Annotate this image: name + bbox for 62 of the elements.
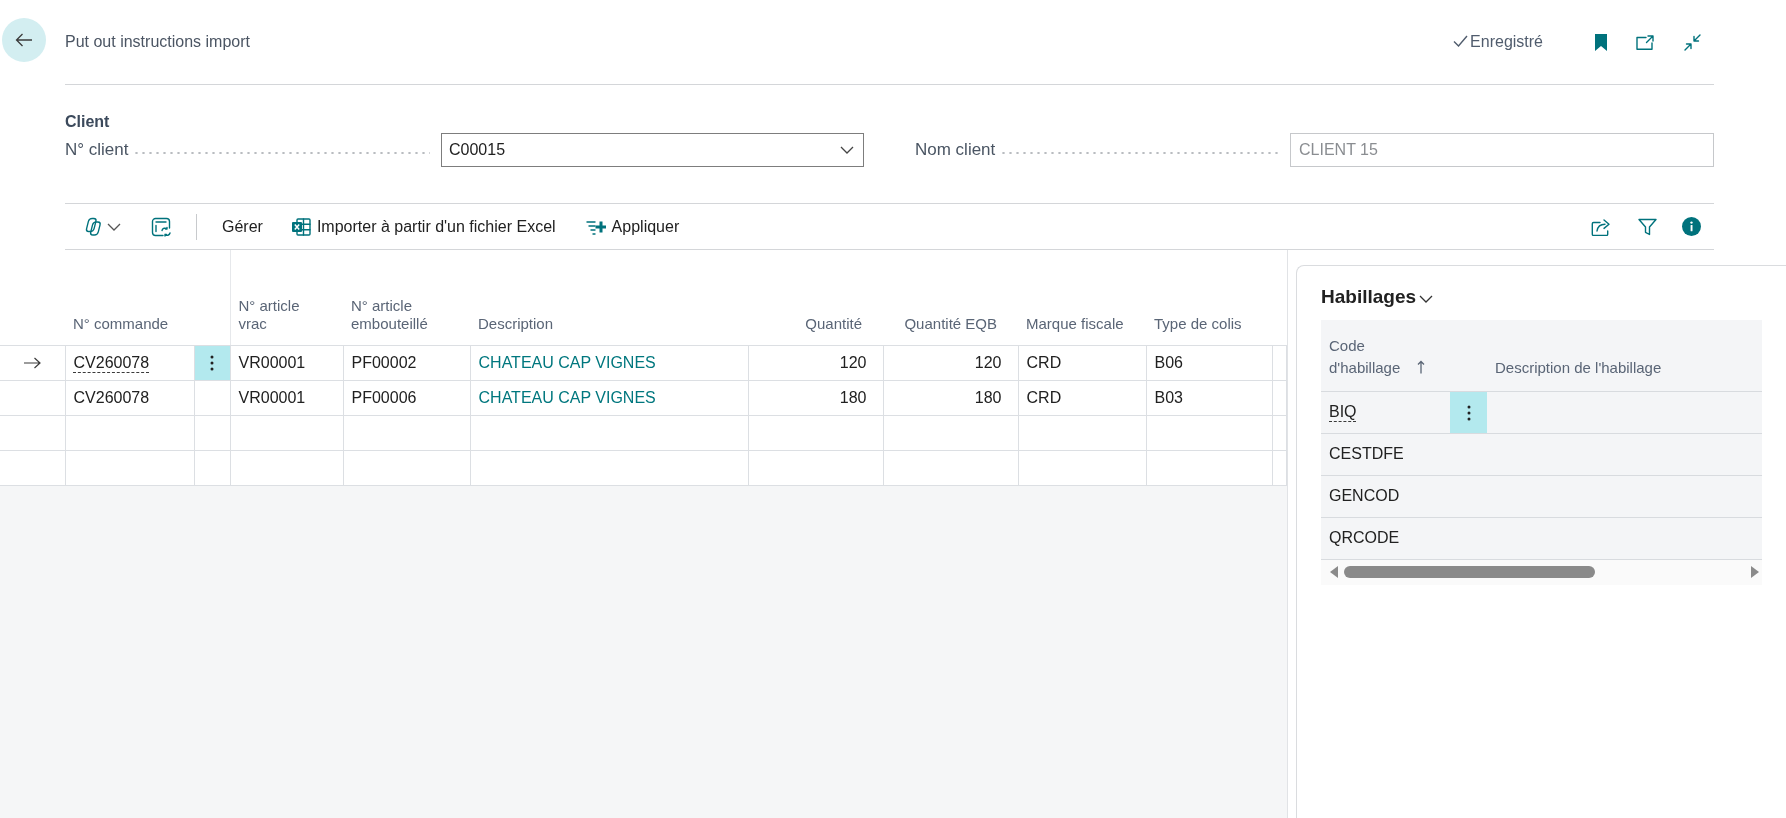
column-header[interactable]: N° commande <box>73 314 169 333</box>
table-cell: VR00001 <box>230 345 343 380</box>
more-options-icon[interactable] <box>210 355 214 372</box>
table-cell: B03 <box>1146 380 1272 415</box>
spreadsheet-icon <box>290 217 311 236</box>
table-cell: CV260078 <box>65 345 194 380</box>
chevron-down-icon[interactable] <box>840 146 854 154</box>
column-header[interactable]: Description de l'habillage <box>1495 356 1662 379</box>
arrow-right-icon <box>23 357 42 370</box>
field-label: N° client <box>65 139 129 162</box>
bookmark-icon[interactable] <box>1595 33 1607 51</box>
column-header[interactable]: Code d'habillage <box>1329 334 1413 379</box>
scrollbar-thumb[interactable] <box>1344 566 1595 578</box>
table-cell: PF00002 <box>343 345 470 380</box>
customer-dropdown[interactable]: C00015 <box>441 133 864 167</box>
column-header[interactable]: Marque fiscale <box>1026 314 1124 333</box>
chevron-down-icon <box>107 222 121 231</box>
column-header[interactable]: N° article vrac <box>238 296 327 333</box>
table-cell: CV260078 <box>65 380 194 415</box>
share-icon[interactable] <box>1591 217 1611 236</box>
table-cell: 180 <box>883 380 1018 415</box>
apply-button[interactable]: Appliquer <box>580 210 685 243</box>
column-header[interactable]: Quantité EQB <box>904 314 997 333</box>
info-icon[interactable] <box>1682 217 1701 236</box>
table-cell: B06 <box>1146 345 1272 380</box>
scroll-right-icon[interactable] <box>1751 566 1759 578</box>
filter-icon[interactable] <box>1638 217 1657 236</box>
check-icon <box>1453 34 1469 47</box>
field-label: Nom client <box>915 139 996 162</box>
more-options-icon[interactable] <box>1466 404 1471 421</box>
table-cell: 180 <box>748 380 883 415</box>
table-cell: CESTDFE <box>1321 433 1450 475</box>
chevron-down-icon[interactable] <box>1419 294 1434 303</box>
table-cell: 120 <box>748 345 883 380</box>
description-link[interactable]: CHATEAU CAP VIGNES <box>470 345 748 380</box>
column-header[interactable]: Description <box>478 314 554 333</box>
panel-title[interactable]: Habillages <box>1321 285 1417 309</box>
menu-button[interactable]: Gérer <box>217 210 268 243</box>
collapse-icon[interactable] <box>1684 33 1701 51</box>
table-cell: VR00001 <box>230 380 343 415</box>
arrow-left-icon <box>15 33 33 47</box>
page-title: Put out instructions import <box>65 32 250 52</box>
pop-out-icon[interactable] <box>1636 34 1654 50</box>
customer-name-field[interactable]: CLIENT 15 <box>1290 133 1714 167</box>
table-cell: PF00006 <box>343 380 470 415</box>
scroll-left-icon[interactable] <box>1330 566 1338 578</box>
description-link[interactable]: CHATEAU CAP VIGNES <box>470 380 748 415</box>
layout-icon <box>151 216 171 237</box>
column-header[interactable]: N° article embouteillé <box>351 296 454 333</box>
table-cell: GENCOD <box>1321 475 1450 517</box>
import-button[interactable]: Importer à partir d'un fichier Excel <box>285 210 561 243</box>
column-header[interactable]: Quantité <box>805 314 862 333</box>
column-header[interactable]: Type de colis <box>1154 314 1242 333</box>
table-cell: CRD <box>1018 345 1146 380</box>
table-cell: 120 <box>883 345 1018 380</box>
table-cell: QRCODE <box>1321 517 1450 559</box>
horizontal-scrollbar[interactable] <box>1321 559 1762 585</box>
apply-icon <box>585 218 606 235</box>
section-heading: Client <box>65 112 111 132</box>
back-button[interactable] <box>2 18 46 62</box>
table-cell: CRD <box>1018 380 1146 415</box>
save-status: Enregistré <box>1470 32 1543 52</box>
